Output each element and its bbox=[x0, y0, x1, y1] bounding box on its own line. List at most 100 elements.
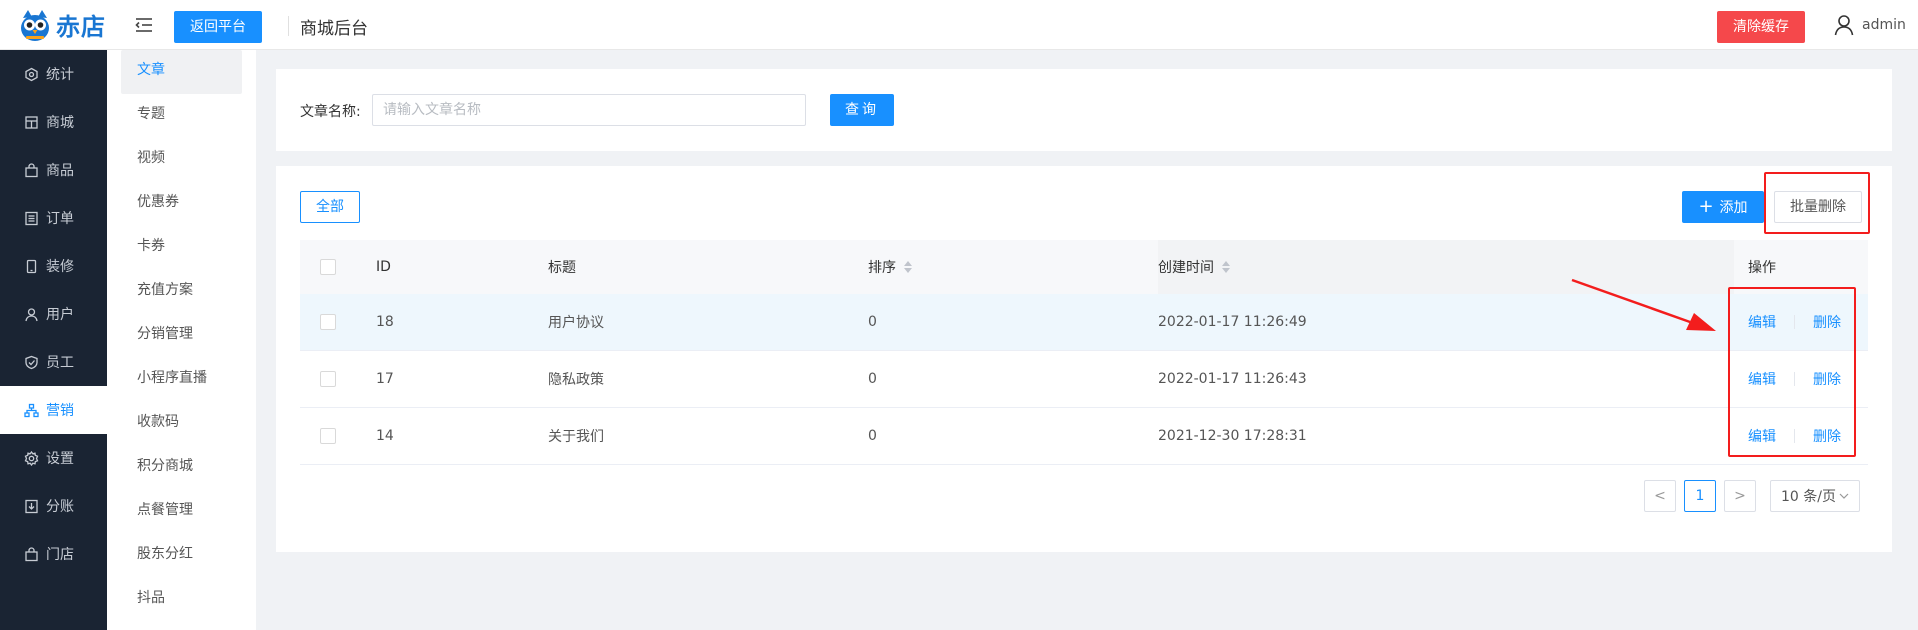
sidebar-item-users[interactable]: 用户 bbox=[0, 290, 107, 338]
sidebar-item-settings[interactable]: 设置 bbox=[0, 434, 107, 482]
sidebar-item-label: 装修 bbox=[46, 259, 74, 275]
table-row: 17 隐私政策 0 2022-01-17 11:26:43 编辑 删除 bbox=[300, 351, 1868, 408]
cell-id: 14 bbox=[376, 428, 394, 444]
sidebar-item-staff[interactable]: 员工 bbox=[0, 338, 107, 386]
subnav-item-videos[interactable]: 视频 bbox=[121, 138, 242, 182]
articles-table: ID 标题 排序 创建时间 操作 18 用户协议 0 2022-01-17 11… bbox=[300, 240, 1868, 465]
search-button[interactable]: 查询 bbox=[830, 94, 894, 126]
all-filter-button[interactable]: 全部 bbox=[300, 191, 360, 223]
sidebar-item-label: 门店 bbox=[46, 547, 74, 563]
top-header: 赤店 返回平台 商城后台 清除缓存 admin bbox=[0, 0, 1918, 50]
sidebar-item-orders[interactable]: 订单 bbox=[0, 194, 107, 242]
store-icon bbox=[24, 115, 39, 130]
column-header-sort-label: 排序 bbox=[868, 260, 896, 276]
cell-created: 2021-12-30 17:28:31 bbox=[1158, 428, 1307, 444]
table-row: 14 关于我们 0 2021-12-30 17:28:31 编辑 删除 bbox=[300, 408, 1868, 465]
sidebar-item-label: 商品 bbox=[46, 163, 74, 179]
back-to-platform-button[interactable]: 返回平台 bbox=[174, 11, 262, 43]
shield-icon bbox=[24, 355, 39, 370]
subnav-item-distribution[interactable]: 分销管理 bbox=[121, 314, 242, 358]
logo[interactable]: 赤店 bbox=[18, 7, 106, 42]
subnav-item-articles[interactable]: 文章 bbox=[121, 50, 242, 94]
header-divider bbox=[288, 16, 289, 36]
sidebar-item-label: 商城 bbox=[46, 115, 74, 131]
subnav-item-points-mall[interactable]: 积分商城 bbox=[121, 446, 242, 490]
network-icon bbox=[24, 403, 39, 418]
sort-arrows-icon[interactable] bbox=[1222, 261, 1230, 273]
sidebar-item-split[interactable]: 分账 bbox=[0, 482, 107, 530]
subnav-item-ordering[interactable]: 点餐管理 bbox=[121, 490, 242, 534]
prev-page-button[interactable]: < bbox=[1644, 480, 1676, 512]
row-select-cell bbox=[300, 351, 376, 407]
subnav-item-live[interactable]: 小程序直播 bbox=[121, 358, 242, 402]
sidebar-item-mall[interactable]: 商城 bbox=[0, 98, 107, 146]
cell-sort: 0 bbox=[868, 428, 877, 444]
subnav-item-payment-code[interactable]: 收款码 bbox=[121, 402, 242, 446]
column-header-sort[interactable]: 排序 bbox=[868, 240, 1158, 294]
search-panel: 文章名称: 查询 bbox=[276, 69, 1892, 151]
subnav-item-douyin[interactable]: 抖品 bbox=[121, 578, 242, 622]
column-header-actions: 操作 bbox=[1748, 260, 1776, 276]
sidebar-item-store[interactable]: 门店 bbox=[0, 530, 107, 578]
row-checkbox[interactable] bbox=[320, 314, 336, 330]
annotation-highlight-box bbox=[1764, 172, 1870, 234]
user-icon bbox=[24, 307, 39, 322]
select-all-checkbox[interactable] bbox=[320, 259, 336, 275]
annotation-highlight-box bbox=[1728, 287, 1856, 457]
subnav-item-topics[interactable]: 专题 bbox=[121, 94, 242, 138]
cell-created: 2022-01-17 11:26:49 bbox=[1158, 314, 1307, 330]
page-number-button[interactable]: 1 bbox=[1684, 480, 1716, 512]
row-select-cell bbox=[300, 408, 376, 464]
user-name: admin bbox=[1862, 17, 1906, 33]
column-header-created[interactable]: 创建时间 bbox=[1158, 240, 1734, 294]
sort-arrows-icon[interactable] bbox=[904, 261, 912, 273]
main-sidebar: 统计 商城 商品 订单 装修 用户 员工 营销 设置 分账 门店 bbox=[0, 50, 107, 630]
select-all-cell bbox=[300, 240, 376, 294]
user-icon bbox=[1834, 15, 1854, 36]
sidebar-item-label: 用户 bbox=[46, 307, 74, 323]
phone-icon bbox=[24, 259, 39, 274]
cell-created: 2022-01-17 11:26:43 bbox=[1158, 371, 1307, 387]
column-header-id: ID bbox=[376, 259, 391, 275]
sidebar-item-label: 分账 bbox=[46, 499, 74, 515]
sub-sidebar: 文章 专题 视频 优惠券 卡券 充值方案 分销管理 小程序直播 收款码 积分商城… bbox=[107, 50, 256, 630]
cell-sort: 0 bbox=[868, 314, 877, 330]
column-header-title: 标题 bbox=[548, 260, 576, 276]
menu-collapse-icon[interactable] bbox=[134, 15, 154, 35]
pie-icon bbox=[24, 67, 39, 82]
sidebar-item-goods[interactable]: 商品 bbox=[0, 146, 107, 194]
cell-title: 关于我们 bbox=[548, 429, 604, 445]
article-name-input[interactable] bbox=[372, 94, 806, 126]
download-icon bbox=[24, 499, 39, 514]
subnav-item-coupons[interactable]: 优惠券 bbox=[121, 182, 242, 226]
sidebar-item-stats[interactable]: 统计 bbox=[0, 50, 107, 98]
cell-title: 隐私政策 bbox=[548, 372, 604, 388]
table-row: 18 用户协议 0 2022-01-17 11:26:49 编辑 删除 bbox=[300, 294, 1868, 351]
column-header-created-label: 创建时间 bbox=[1158, 260, 1214, 276]
bag-icon bbox=[24, 162, 39, 178]
row-checkbox[interactable] bbox=[320, 371, 336, 387]
cell-id: 18 bbox=[376, 314, 394, 330]
sidebar-item-marketing[interactable]: 营销 bbox=[0, 386, 107, 434]
chevron-down-icon bbox=[1839, 493, 1849, 499]
user-menu[interactable]: admin bbox=[1834, 14, 1906, 36]
sidebar-item-decor[interactable]: 装修 bbox=[0, 242, 107, 290]
sidebar-item-label: 营销 bbox=[46, 403, 74, 419]
clear-cache-button[interactable]: 清除缓存 bbox=[1717, 11, 1805, 43]
subnav-item-dividend[interactable]: 股东分红 bbox=[121, 534, 242, 578]
subnav-item-recharge[interactable]: 充值方案 bbox=[121, 270, 242, 314]
table-panel: 全部 + 添加 批量删除 ID 标题 排序 创建时间 操作 18 用户协议 0 … bbox=[276, 166, 1892, 552]
subnav-item-cards[interactable]: 卡券 bbox=[121, 226, 242, 270]
page-title: 商城后台 bbox=[300, 19, 368, 39]
search-label: 文章名称: bbox=[300, 104, 361, 120]
logo-text: 赤店 bbox=[56, 13, 106, 41]
row-checkbox[interactable] bbox=[320, 428, 336, 444]
cell-id: 17 bbox=[376, 371, 394, 387]
next-page-button[interactable]: > bbox=[1724, 480, 1756, 512]
table-header: ID 标题 排序 创建时间 操作 bbox=[300, 240, 1868, 294]
owl-logo-icon bbox=[18, 8, 52, 42]
list-icon bbox=[24, 211, 39, 226]
sidebar-item-label: 订单 bbox=[46, 211, 74, 227]
page-size-select[interactable]: 10 条/页 bbox=[1770, 480, 1860, 512]
add-button[interactable]: + 添加 bbox=[1682, 191, 1764, 223]
